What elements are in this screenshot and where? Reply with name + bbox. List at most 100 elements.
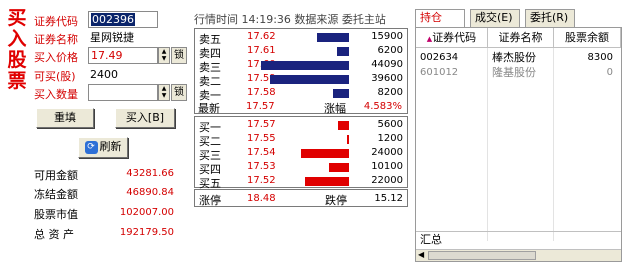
name-label: 证券名称 [34, 33, 78, 46]
latest-label: 最新 [198, 102, 220, 115]
buy-level-volume: 22000 [371, 175, 403, 186]
sell-level-volume: 39600 [371, 73, 403, 84]
limit-down-value: 15.12 [374, 193, 403, 204]
limit-up-value: 18.48 [247, 193, 276, 204]
total-assets-value: 192179.50 [119, 227, 174, 238]
refresh-button[interactable]: ⟳ 刷新 [78, 137, 128, 158]
price-spinner[interactable]: ▲ ▼ [158, 47, 170, 64]
buy-level-price: 17.52 [247, 175, 276, 186]
market-value-value: 102007.00 [119, 207, 174, 218]
limit-row: 涨停 18.48 跌停 15.12 [194, 189, 408, 207]
buy-volume-bar [329, 163, 349, 172]
sell-volume-bar [317, 33, 349, 42]
buy-volume-bar [347, 135, 349, 144]
tab-orders[interactable]: 委托(R) [525, 9, 575, 27]
code-label: 证券代码 [34, 15, 78, 28]
buy-level-row[interactable]: 买一 17.57 5600 [195, 119, 407, 134]
buy-volume-bar [301, 149, 349, 158]
total-assets-label: 总 资 产 [34, 228, 74, 241]
col-divider [553, 48, 554, 241]
available-funds-value: 43281.66 [126, 168, 174, 179]
latest-row: 最新 17.57 涨幅 4.583% [194, 99, 406, 115]
sell-volume-bar [337, 47, 349, 56]
frozen-funds-value: 46890.84 [126, 187, 174, 198]
scroll-left-icon[interactable]: ◀ [418, 250, 424, 259]
available-funds-label: 可用金额 [34, 169, 78, 182]
quantity-input[interactable] [88, 84, 158, 101]
title-char: 股 [7, 49, 27, 71]
refresh-label: 刷新 [99, 140, 122, 153]
buy-level-volume: 5600 [377, 119, 403, 130]
horizontal-scrollbar[interactable]: ◀ [416, 249, 621, 261]
col-header-code[interactable]: ▲证券代码 [416, 28, 488, 48]
quantity-spinner[interactable]: ▲ ▼ [158, 84, 170, 101]
quote-header: 行情时间 14:19:36 数据来源 委托主站 [194, 13, 386, 26]
stock-code-input[interactable]: 002396 [88, 11, 158, 28]
sell-level-row[interactable]: 卖三17.6044090 [195, 59, 407, 74]
sell-volume-bar [270, 75, 349, 84]
col-header-balance[interactable]: 股票余额 [554, 28, 621, 48]
title-char: 票 [7, 70, 27, 92]
buy-volume-bar [305, 177, 349, 186]
sell-level-volume: 6200 [377, 45, 403, 56]
sell-level-volume: 15900 [371, 31, 403, 42]
buy-level-price: 17.54 [247, 147, 276, 158]
limit-up-label: 涨停 [199, 194, 221, 207]
buy-level-row[interactable]: 买三 17.54 24000 [195, 147, 407, 162]
col-divider [487, 48, 488, 241]
buy-level-volume: 24000 [371, 147, 403, 158]
price-lock-button[interactable]: 锁 [171, 47, 187, 64]
cell-code: 601012 [420, 67, 459, 78]
sell-level-price: 17.61 [247, 45, 276, 56]
buy-level-row[interactable]: 买五 17.52 22000 [195, 175, 407, 190]
summary-label: 汇总 [420, 233, 442, 246]
summary-divider [416, 231, 621, 232]
title-char: 入 [7, 28, 27, 50]
buy-level-row[interactable]: 买二 17.55 1200 [195, 133, 407, 148]
price-label: 买入价格 [34, 51, 78, 64]
latest-price: 17.57 [246, 101, 275, 112]
market-value-label: 股票市值 [34, 208, 78, 221]
cell-balance: 0 [606, 67, 613, 78]
stock-name-value: 星网锐捷 [88, 30, 186, 47]
holdings-table[interactable]: ▲证券代码 证券名称 股票余额 002634 棒杰股份 8300 601012 … [415, 27, 622, 262]
sell-level-row[interactable]: 卖四 17.61 6200 [195, 45, 407, 60]
buy-volume-bar [338, 121, 349, 130]
cell-balance: 8300 [587, 52, 613, 63]
buy-level-price: 17.53 [247, 161, 276, 172]
refresh-icon: ⟳ [84, 140, 98, 154]
frozen-funds-label: 冻结金额 [34, 188, 78, 201]
cell-name: 棒杰股份 [492, 51, 536, 64]
buy-level-price: 17.55 [247, 133, 276, 144]
tab-holdings[interactable]: 持仓(W) [415, 9, 465, 40]
buy-level-row[interactable]: 买四 17.53 10100 [195, 161, 407, 176]
qty-label: 买入数量 [34, 88, 78, 101]
sell-level-price: 17.58 [247, 87, 276, 98]
sell-level-row[interactable]: 卖五 17.62 15900 [195, 31, 407, 46]
sell-level-price: 17.62 [247, 31, 276, 42]
sell-volume-bar [333, 89, 349, 98]
title-char: 买 [7, 7, 27, 29]
buy-orderbook: 买一 17.57 5600 买二 17.55 1200 买三 17.54 24000 买四 17.5… [194, 116, 408, 190]
page-title: 买 入 股 票 [6, 8, 28, 92]
col-header-name[interactable]: 证券名称 [488, 28, 554, 48]
avail-value: 2400 [88, 67, 186, 84]
sell-level-row[interactable]: 卖二 17.59 39600 [195, 73, 407, 88]
price-input[interactable]: 17.49 [88, 47, 158, 64]
buy-button[interactable]: 买入[B] [115, 108, 175, 128]
quantity-lock-button[interactable]: 锁 [171, 84, 187, 101]
sell-level-volume: 8200 [377, 87, 403, 98]
buy-level-price: 17.57 [247, 119, 276, 130]
change-value: 4.583% [363, 101, 402, 112]
tab-trades[interactable]: 成交(E) [470, 9, 520, 27]
buy-level-volume: 10100 [371, 161, 403, 172]
scrollbar-thumb[interactable] [428, 251, 536, 260]
stock-code-value: 002396 [91, 13, 135, 26]
cell-name: 隆基股份 [492, 66, 536, 79]
cell-code: 002634 [420, 52, 459, 63]
change-label: 涨幅 [324, 102, 346, 115]
sell-level-volume: 44090 [371, 59, 403, 70]
limit-down-label: 跌停 [325, 194, 347, 207]
reset-button[interactable]: 重填 [36, 108, 94, 128]
buy-level-volume: 1200 [377, 133, 403, 144]
